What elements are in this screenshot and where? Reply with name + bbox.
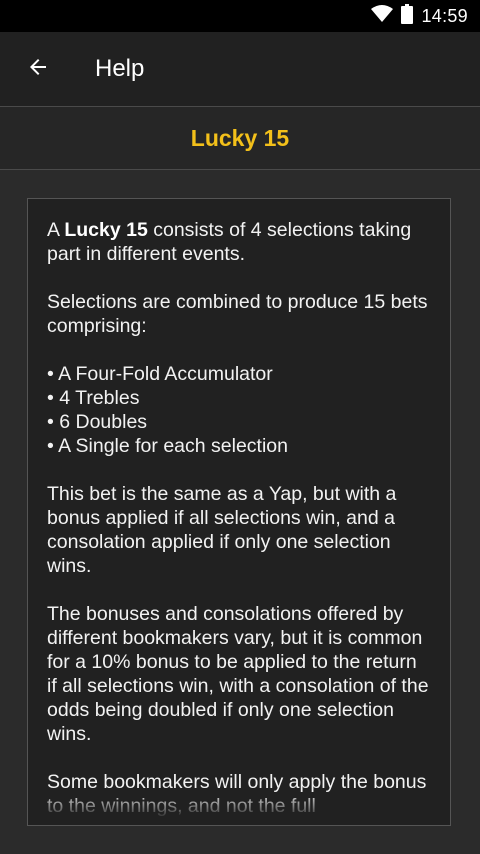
paragraph-yap-comparison: This bet is the same as a Yap, but with … — [47, 483, 397, 577]
back-button[interactable] — [14, 45, 62, 93]
paragraph-intro: A Lucky 15 consists of 4 selections taki… — [47, 218, 431, 266]
status-time: 14:59 — [421, 5, 468, 26]
intro-prefix: A — [47, 219, 65, 241]
list-item: • 4 Trebles — [47, 387, 140, 409]
paragraph-bookmakers: Some bookmakers will only apply the bonu… — [47, 771, 427, 817]
app-bar: Help — [0, 32, 480, 107]
list-item: • A Single for each selection — [47, 435, 288, 457]
status-bar: 14:59 — [0, 0, 480, 32]
status-icons: 14:59 — [371, 0, 468, 32]
list-item: • A Four-Fold Accumulator — [47, 363, 273, 385]
paragraph-bonuses: The bonuses and consolations offered by … — [47, 603, 429, 745]
bet-list: • A Four-Fold Accumulator • 4 Trebles • … — [47, 362, 431, 458]
battery-icon — [401, 3, 414, 29]
list-item: • 6 Doubles — [47, 411, 148, 433]
article-body: A Lucky 15 consists of 4 selections taki… — [28, 199, 450, 818]
page-title: Help — [95, 55, 145, 82]
paragraph-selections: Selections are combined to produce 15 be… — [47, 291, 428, 337]
wifi-icon — [371, 4, 394, 28]
arrow-left-icon — [26, 55, 50, 84]
help-article[interactable]: A Lucky 15 consists of 4 selections taki… — [27, 198, 451, 826]
section-title: Lucky 15 — [0, 107, 480, 170]
intro-bet-name: Lucky 15 — [64, 219, 148, 241]
